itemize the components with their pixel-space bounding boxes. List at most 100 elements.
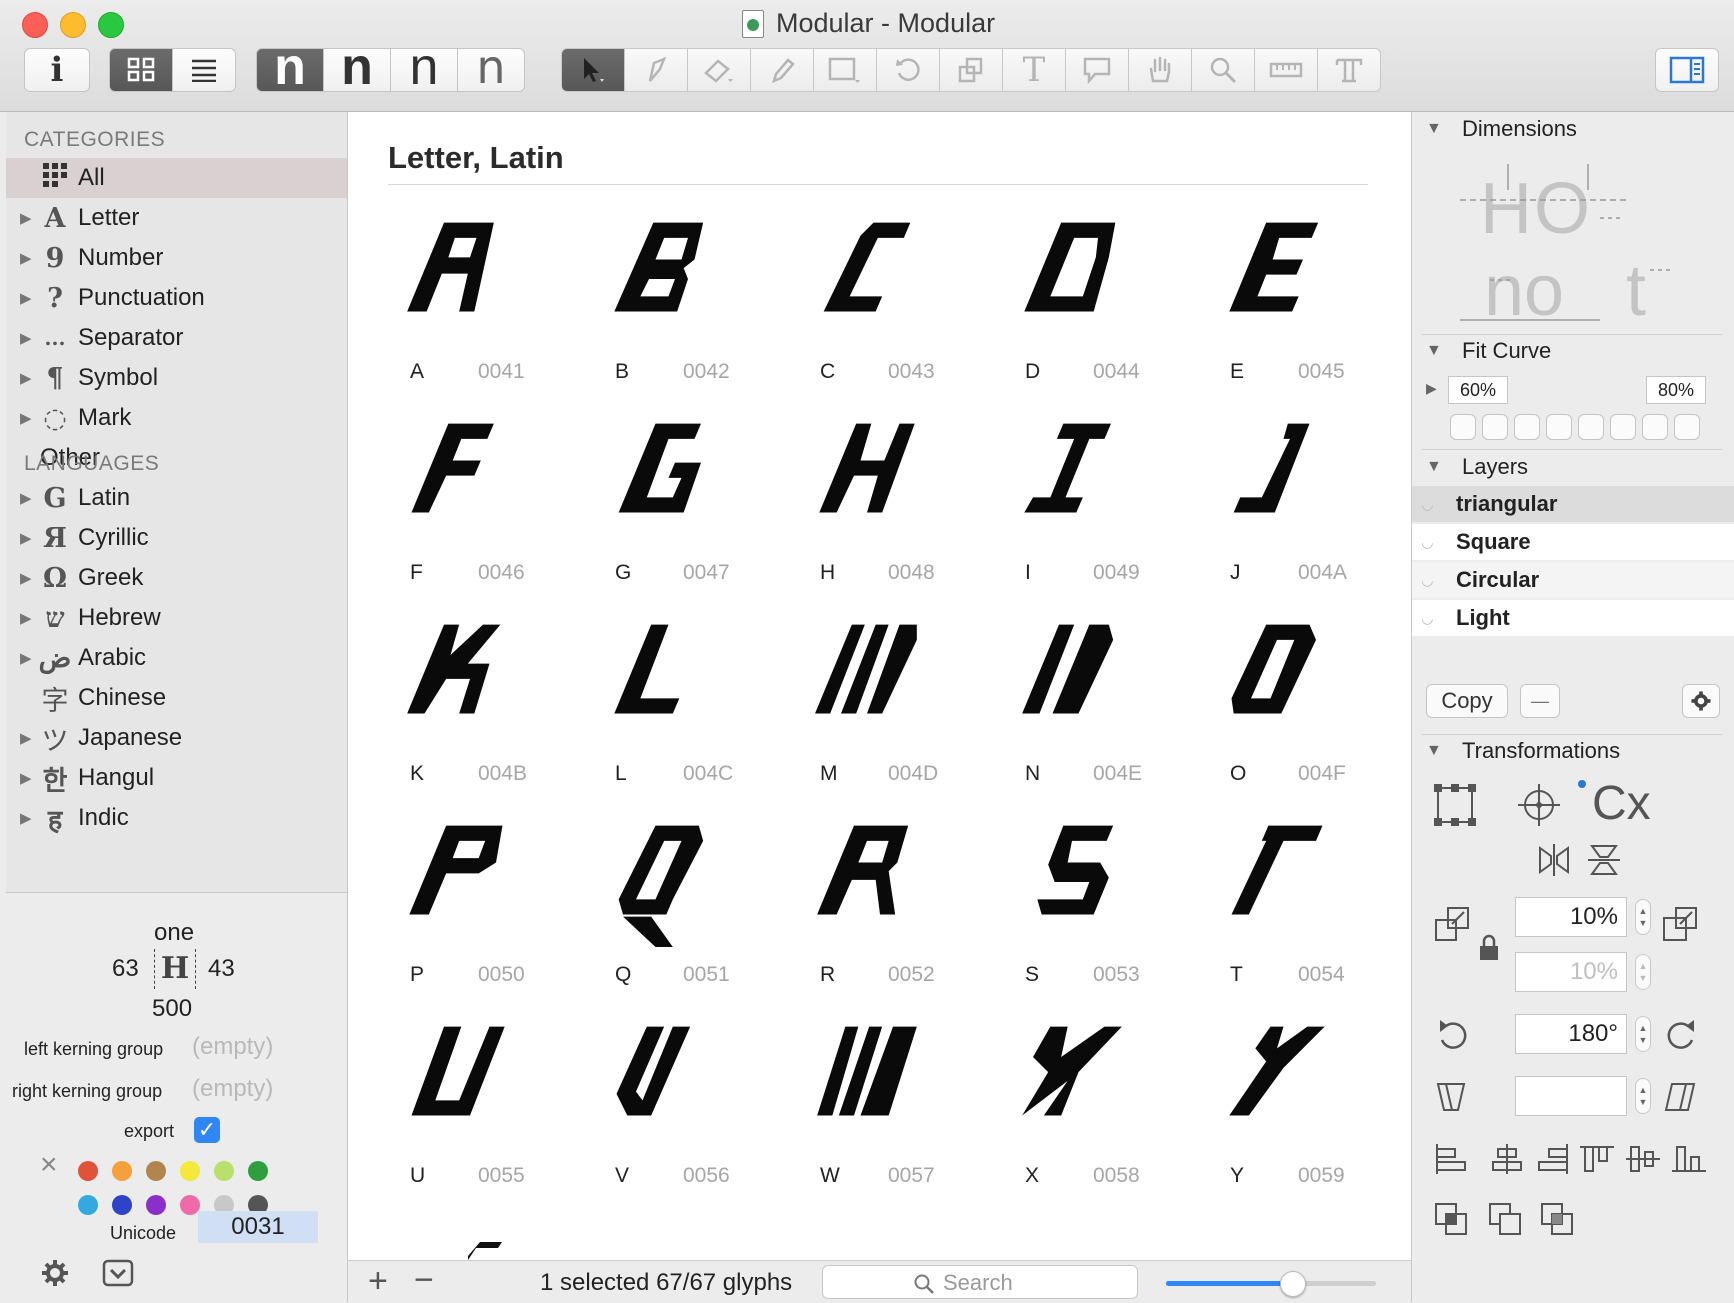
glyph-cell-Y[interactable]: Y 0059 bbox=[1192, 1014, 1396, 1214]
glyph-cell-M[interactable]: M 004D bbox=[782, 612, 986, 812]
language-hangul[interactable]: ▶ 한 Hangul bbox=[6, 758, 347, 798]
language-chinese[interactable]: 字 Chinese bbox=[6, 678, 347, 718]
flip-horizontal-icon[interactable] bbox=[1536, 842, 1572, 878]
glyph-cell-C[interactable]: C 0043 bbox=[782, 210, 986, 410]
glyph-cell-L[interactable]: L 004C bbox=[577, 612, 781, 812]
color-label-swatch[interactable] bbox=[180, 1161, 200, 1181]
glyph-cell-A[interactable]: A 0041 bbox=[372, 210, 576, 410]
align-left-icon[interactable] bbox=[1434, 1144, 1468, 1174]
disclosure-down-icon[interactable]: ▼ bbox=[1426, 458, 1462, 476]
disclosure-triangle-icon[interactable]: ▶ bbox=[20, 569, 36, 587]
weight-preview-regular[interactable]: n bbox=[390, 41, 458, 93]
color-label-swatch[interactable] bbox=[146, 1161, 166, 1181]
disclosure-triangle-icon[interactable]: ▶ bbox=[20, 529, 36, 547]
glyph-cell-O[interactable]: O 004F bbox=[1192, 612, 1396, 812]
glyph-cell-N[interactable]: N 004E bbox=[987, 612, 1191, 812]
glyph-cell-E[interactable]: E 0045 bbox=[1192, 210, 1396, 410]
layer-row[interactable]: ◡ Square bbox=[1412, 524, 1734, 560]
fit-curve-preset-button[interactable] bbox=[1642, 414, 1668, 440]
unicode-field[interactable]: 0031 bbox=[198, 1211, 318, 1243]
glyph-cell-J[interactable]: J 004A bbox=[1192, 411, 1396, 611]
glyph-cell-U[interactable]: U 0055 bbox=[372, 1014, 576, 1214]
left-sidebearing[interactable]: 63 bbox=[112, 955, 139, 983]
language-japanese[interactable]: ▶ ツ Japanese bbox=[6, 718, 347, 758]
rotate-ccw-icon[interactable] bbox=[1436, 1018, 1470, 1054]
lock-icon[interactable] bbox=[1478, 934, 1500, 962]
glyph-cell-W[interactable]: W 0057 bbox=[782, 1014, 986, 1214]
clear-color-icon[interactable]: × bbox=[40, 1148, 58, 1182]
eye-icon[interactable]: ◡ bbox=[1422, 534, 1456, 551]
language-hebrew[interactable]: ▶ ש Hebrew bbox=[6, 598, 347, 638]
disclosure-triangle-icon[interactable]: ▶ bbox=[20, 249, 36, 267]
fit-curve-header[interactable]: ▼ Fit Curve bbox=[1426, 338, 1551, 364]
right-sidebearing[interactable]: 43 bbox=[208, 955, 235, 983]
glyph-name[interactable]: one bbox=[154, 919, 194, 947]
flip-vertical-icon[interactable] bbox=[1586, 842, 1622, 878]
align-bottom-icon[interactable] bbox=[1672, 1144, 1706, 1174]
weight-preview-light[interactable]: n bbox=[457, 44, 525, 92]
fit-curve-preset-button[interactable] bbox=[1546, 414, 1572, 440]
glyph-cell-R[interactable]: R 0052 bbox=[782, 813, 986, 1013]
color-label-swatch[interactable] bbox=[146, 1195, 166, 1215]
zoom-slider[interactable] bbox=[1166, 1271, 1376, 1297]
disclosure-triangle-icon[interactable]: ▶ bbox=[20, 609, 36, 627]
toggle-inspector-button[interactable] bbox=[1655, 48, 1719, 92]
language-latin[interactable]: ▶ G Latin bbox=[6, 478, 347, 518]
rectangle-tool-button[interactable] bbox=[813, 48, 877, 92]
subtract-icon[interactable] bbox=[1488, 1202, 1522, 1236]
weight-preview-bold[interactable]: n bbox=[323, 41, 391, 93]
glyph-width[interactable]: 500 bbox=[152, 995, 192, 1023]
category-separator[interactable]: ▶ ... Separator bbox=[6, 318, 347, 358]
transform-reference-sample[interactable]: Cx bbox=[1578, 780, 1718, 830]
disclosure-triangle-icon[interactable]: ▶ bbox=[20, 649, 36, 667]
weight-preview-heavy[interactable]: n bbox=[256, 41, 324, 93]
right-kerning-field[interactable]: (empty) bbox=[192, 1075, 273, 1103]
left-kerning-field[interactable]: (empty) bbox=[192, 1033, 273, 1061]
minimize-window-button[interactable] bbox=[60, 12, 86, 38]
origin-target-icon[interactable] bbox=[1516, 782, 1562, 828]
language-greek[interactable]: ▶ Ω Greek bbox=[6, 558, 347, 598]
scale-tool-button[interactable] bbox=[939, 48, 1003, 92]
scale-x-field[interactable]: 10% bbox=[1515, 897, 1627, 937]
fit-curve-preset-button[interactable] bbox=[1610, 414, 1636, 440]
glyph-cell-S[interactable]: S 0053 bbox=[987, 813, 1191, 1013]
remove-layer-button[interactable]: — bbox=[1520, 684, 1560, 718]
category-mark[interactable]: ▶ ◌ Mark bbox=[6, 398, 347, 438]
fit-curve-preset-button[interactable] bbox=[1482, 414, 1508, 440]
zoom-tool-button[interactable] bbox=[1191, 48, 1255, 92]
layer-row[interactable]: ◡ Circular bbox=[1412, 562, 1734, 598]
glyph-cell-B[interactable]: B 0042 bbox=[577, 210, 781, 410]
language-indic[interactable]: ▶ ह Indic bbox=[6, 798, 347, 838]
glyph-cell-D[interactable]: D 0044 bbox=[987, 210, 1191, 410]
category-punctuation[interactable]: ▶ ? Punctuation bbox=[6, 278, 347, 318]
glyph-cell-G[interactable]: G 0047 bbox=[577, 411, 781, 611]
dimensions-header[interactable]: ▼ Dimensions bbox=[1426, 116, 1577, 142]
text-tool-button[interactable]: T bbox=[1002, 48, 1066, 92]
eye-icon[interactable]: ◡ bbox=[1422, 610, 1456, 627]
category-letter[interactable]: ▶ A Letter bbox=[6, 198, 347, 238]
scale-down-icon[interactable] bbox=[1434, 906, 1470, 942]
add-glyph-button[interactable]: + bbox=[368, 1261, 388, 1301]
rotate-field[interactable]: 180° bbox=[1515, 1014, 1627, 1054]
fit-curve-preset-button[interactable] bbox=[1578, 414, 1604, 440]
copy-layer-button[interactable]: Copy bbox=[1426, 684, 1508, 718]
annotation-tool-button[interactable] bbox=[1065, 48, 1129, 92]
info-button[interactable]: i bbox=[24, 48, 90, 92]
draw-tool-button[interactable] bbox=[624, 48, 688, 92]
language-cyrillic[interactable]: ▶ Я Cyrillic bbox=[6, 518, 347, 558]
fit-curve-min-field[interactable]: 60% bbox=[1448, 376, 1508, 404]
disclosure-triangle-icon[interactable]: ▶ bbox=[20, 489, 36, 507]
search-field[interactable]: Search bbox=[822, 1265, 1138, 1299]
color-label-swatch[interactable] bbox=[248, 1161, 268, 1181]
glyph-cell-V[interactable]: V 0056 bbox=[577, 1014, 781, 1214]
fit-curve-preset-button[interactable] bbox=[1514, 414, 1540, 440]
align-right-icon[interactable] bbox=[1536, 1144, 1570, 1174]
eye-icon[interactable]: ◡ bbox=[1422, 572, 1456, 589]
layer-options-button[interactable] bbox=[1682, 684, 1720, 718]
disclosure-down-icon[interactable]: ▼ bbox=[1426, 742, 1462, 760]
eye-icon[interactable]: ◡ bbox=[1422, 496, 1456, 513]
zoom-window-button[interactable] bbox=[98, 12, 124, 38]
scale-y-field[interactable]: 10% bbox=[1515, 952, 1627, 992]
export-checkbox[interactable]: ✓ bbox=[194, 1117, 220, 1143]
disclosure-triangle-icon[interactable]: ▶ bbox=[20, 209, 36, 227]
